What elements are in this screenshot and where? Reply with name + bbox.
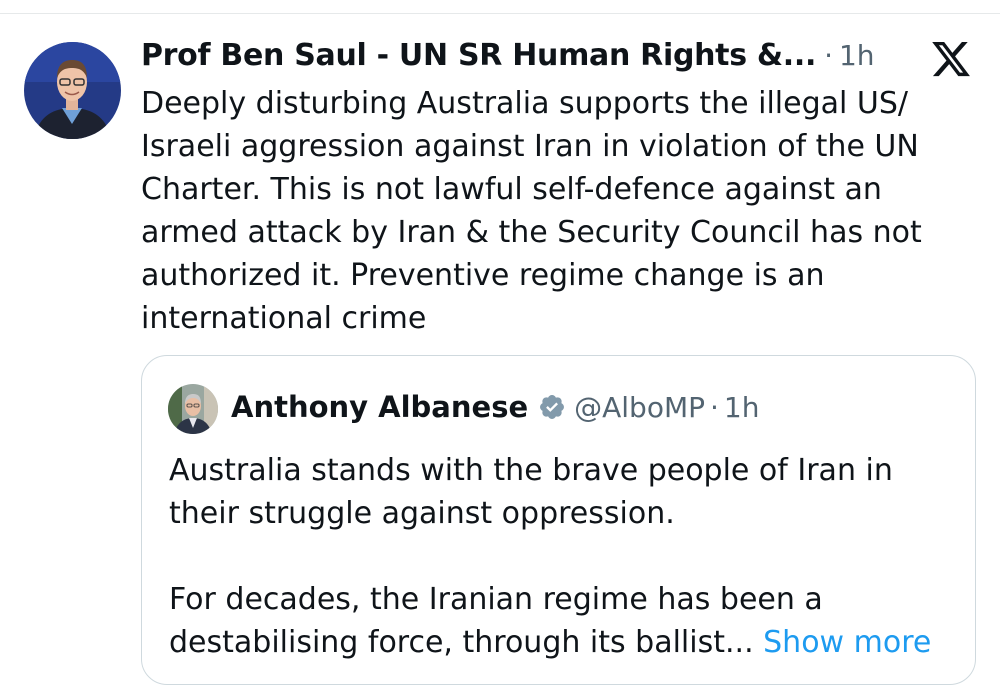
separator-dot: · xyxy=(824,39,833,72)
separator-dot: · xyxy=(710,390,719,424)
verified-badge-icon xyxy=(538,393,566,421)
quoted-author-avatar[interactable] xyxy=(168,384,218,434)
quoted-paragraph: For decades, the Iranian regime has been… xyxy=(169,578,959,664)
author-name[interactable]: Prof Ben Saul - UN SR Human Rights &... xyxy=(141,38,816,73)
quoted-author-name[interactable]: Anthony Albanese xyxy=(231,390,528,424)
quoted-author-handle[interactable]: @AlboMP xyxy=(574,391,705,424)
tweet-text: Deeply disturbing Australia supports the… xyxy=(141,86,922,336)
quoted-paragraph: Australia stands with the brave people o… xyxy=(169,453,893,531)
timestamp[interactable]: 1h xyxy=(839,39,875,72)
quoted-paragraph-text: For decades, the Iranian regime has been… xyxy=(169,582,823,660)
show-more-link[interactable]: Show more xyxy=(763,625,931,660)
tweet-card[interactable]: Prof Ben Saul - UN SR Human Rights &... … xyxy=(0,0,1000,695)
quoted-tweet-header: Anthony Albanese @AlboMP · 1h xyxy=(231,390,759,424)
quoted-timestamp[interactable]: 1h xyxy=(724,391,760,424)
x-logo-icon xyxy=(930,38,972,80)
author-avatar[interactable] xyxy=(24,42,121,139)
tweet-header: Prof Ben Saul - UN SR Human Rights &... … xyxy=(141,38,875,78)
quoted-tweet[interactable]: Anthony Albanese @AlboMP · 1h Australia … xyxy=(141,355,976,685)
quoted-tweet-text: Australia stands with the brave people o… xyxy=(169,449,959,664)
